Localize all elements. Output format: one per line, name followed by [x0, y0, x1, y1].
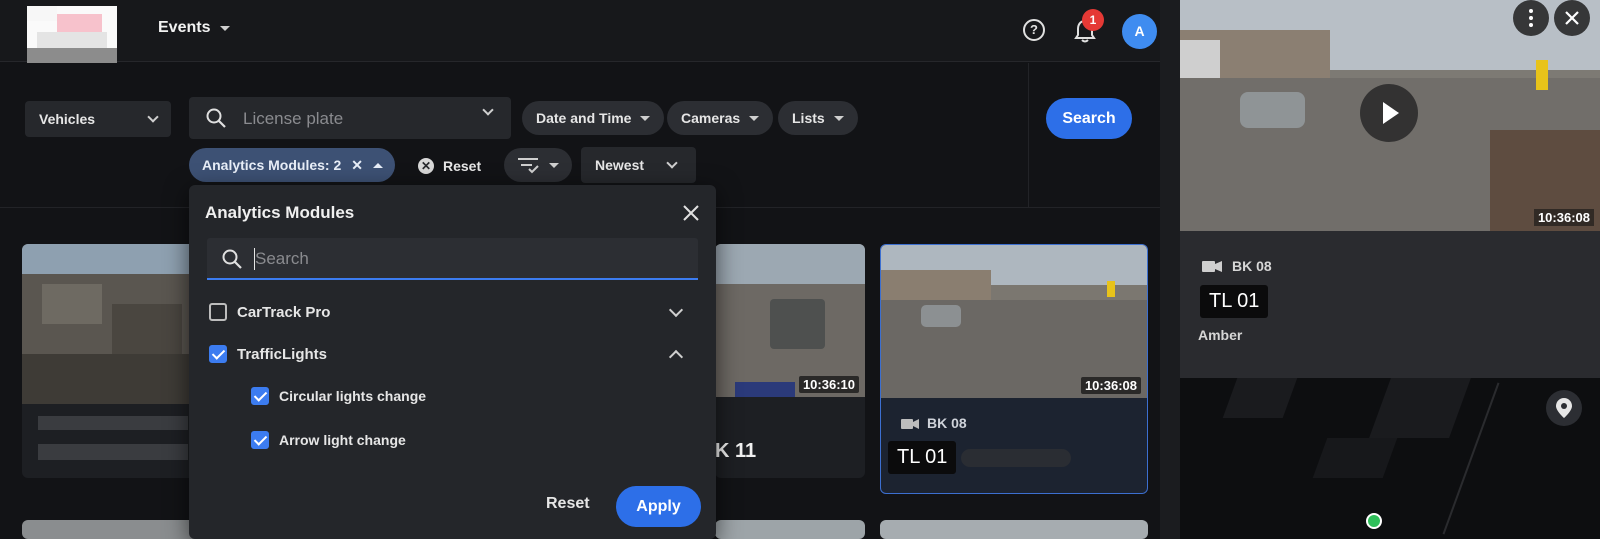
page-title: Events [158, 19, 211, 36]
camera-icon [901, 419, 919, 429]
license-plate-input[interactable]: License plate [189, 97, 511, 139]
panel-reset-button[interactable]: Reset [546, 495, 590, 513]
date-time-label: Date and Time [536, 110, 632, 126]
cameras-filter[interactable]: Cameras [667, 101, 774, 135]
result-card-selected[interactable]: 10:36:08 BK 08 TL 01 [880, 244, 1148, 494]
event-thumbnail [22, 244, 202, 404]
chevron-down-icon [666, 156, 678, 169]
checkbox[interactable] [209, 303, 227, 321]
placeholder-text [38, 416, 188, 430]
object-type-value: Vehicles [39, 111, 96, 127]
detail-plate-tag: TL 01 [1200, 285, 1269, 318]
camera-name: BK 08 [927, 415, 967, 431]
search-icon [222, 249, 242, 269]
result-card[interactable] [880, 520, 1148, 539]
page-title-dropdown[interactable]: Events [158, 19, 231, 37]
notification-badge: 1 [1082, 9, 1104, 31]
event-thumbnail: 10:36:10 [715, 244, 865, 397]
chevron-up-icon[interactable] [668, 349, 684, 365]
chevron-down-icon [147, 110, 159, 123]
module-item-cartrack[interactable]: CarTrack Pro [209, 303, 330, 321]
module-item-trafficlights[interactable]: TrafficLights [209, 345, 327, 363]
play-icon[interactable] [1360, 84, 1418, 142]
sort-select[interactable]: Newest [581, 147, 696, 183]
analytics-modules-chip-label: Analytics Modules: 2 [202, 157, 342, 173]
placeholder-text [38, 444, 188, 460]
placeholder-text [961, 449, 1071, 467]
date-time-filter[interactable]: Date and Time [522, 101, 665, 135]
caret-down-icon [749, 115, 760, 121]
checkbox-checked[interactable] [251, 387, 269, 405]
module-label: TrafficLights [237, 345, 328, 363]
reset-filters-button[interactable]: ✕ Reset [418, 151, 481, 181]
timestamp: 10:36:10 [798, 376, 859, 393]
timestamp: 10:36:08 [1080, 377, 1141, 394]
submodule-item-circular[interactable]: Circular lights change [251, 387, 426, 405]
reset-filters-label: Reset [443, 158, 482, 174]
submodule-label: Arrow light change [279, 432, 406, 448]
submodule-item-arrow[interactable]: Arrow light change [251, 431, 406, 449]
lists-filter[interactable]: Lists [778, 101, 858, 135]
checkbox-checked[interactable] [209, 345, 227, 363]
camera-icon [1202, 261, 1222, 272]
sort-value: Newest [595, 157, 645, 173]
caret-down-icon [640, 115, 651, 121]
lists-label: Lists [792, 110, 825, 126]
apply-button[interactable]: Apply [616, 486, 701, 527]
light-state-label: Amber [1198, 327, 1243, 343]
chevron-down-icon[interactable] [482, 104, 494, 116]
analytics-modules-chip[interactable]: Analytics Modules: 2 ✕ [189, 148, 395, 182]
filter-list-icon [518, 158, 539, 174]
caret-down-icon [833, 115, 844, 121]
object-type-select[interactable]: Vehicles [25, 101, 171, 137]
plate-tag: TL 01 [888, 441, 957, 474]
result-card[interactable] [22, 244, 202, 478]
caret-down-icon [549, 163, 559, 168]
checkbox-checked[interactable] [251, 431, 269, 449]
analytics-modules-panel: Analytics Modules Search CarTrack Pro Tr… [189, 185, 716, 539]
camera-name: K 11 [715, 440, 757, 462]
location-pin-icon[interactable] [1546, 390, 1582, 426]
search-icon [206, 108, 226, 128]
top-bar: Events ? 1 A [0, 0, 1160, 63]
event-detail-panel: BK 08 TL 01 Amber [1180, 231, 1600, 378]
module-label: CarTrack Pro [237, 303, 331, 321]
more-vertical-icon[interactable] [1513, 0, 1549, 36]
chevron-down-icon[interactable] [668, 302, 684, 318]
module-search-input[interactable]: Search [207, 238, 698, 280]
help-icon[interactable]: ? [1023, 19, 1045, 41]
logo [27, 6, 117, 63]
map-view[interactable] [1180, 378, 1600, 539]
video-timestamp: 10:36:08 [1533, 209, 1594, 226]
close-circle-icon: ✕ [418, 158, 434, 174]
license-plate-placeholder: License plate [243, 109, 344, 128]
close-icon[interactable] [679, 201, 703, 225]
caret-up-icon [373, 162, 383, 168]
result-card[interactable] [22, 520, 202, 539]
caret-down-icon [220, 25, 231, 31]
event-thumbnail: 10:36:08 [881, 245, 1147, 398]
divider [1028, 63, 1029, 208]
cameras-label: Cameras [681, 110, 741, 126]
close-icon[interactable] [1554, 0, 1590, 36]
avatar[interactable]: A [1122, 14, 1157, 49]
result-card[interactable] [715, 520, 865, 539]
submodule-label: Circular lights change [279, 388, 427, 404]
detail-camera-name: BK 08 [1232, 258, 1272, 274]
result-card[interactable]: 10:36:10 K 11 [715, 244, 865, 478]
panel-title: Analytics Modules [205, 203, 355, 222]
close-icon[interactable]: ✕ [351, 157, 363, 174]
module-search-placeholder: Search [255, 249, 309, 268]
filter-options-button[interactable] [504, 148, 572, 182]
search-button[interactable]: Search [1046, 98, 1132, 139]
